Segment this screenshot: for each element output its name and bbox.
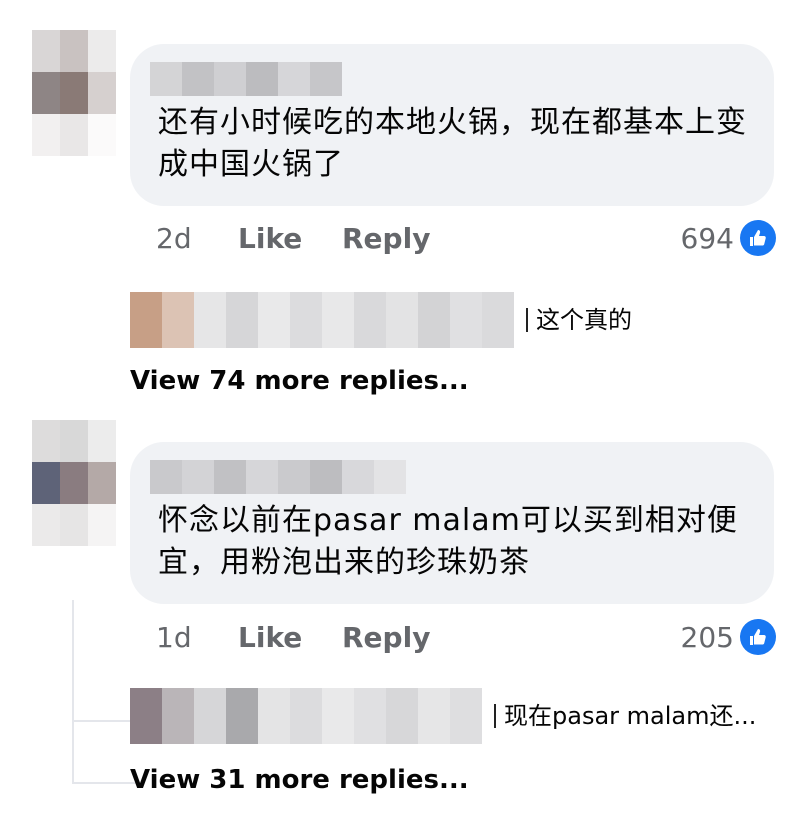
view-more-replies[interactable]: View 74 more replies... xyxy=(130,366,469,396)
thumbs-up-icon xyxy=(740,220,776,256)
reply-preview[interactable]: 这个真的 xyxy=(130,292,632,348)
reaction-count: 694 xyxy=(680,221,734,255)
view-more-replies[interactable]: View 31 more replies... xyxy=(130,765,469,795)
comment-actions: 2d Like Reply 694 xyxy=(156,218,776,258)
comment-actions: 1d Like Reply 205 xyxy=(156,617,776,657)
reaction-summary[interactable]: 694 xyxy=(681,218,776,258)
comment-bubble: 怀念以前在pasar malam可以买到相对便宜，用粉泡出来的珍珠奶茶 xyxy=(130,442,774,604)
author-name-redacted[interactable] xyxy=(150,62,342,96)
avatar[interactable] xyxy=(32,420,116,546)
like-button[interactable]: Like xyxy=(238,621,342,654)
like-button[interactable]: Like xyxy=(238,222,342,255)
comment-text: 还有小时候吃的本地火锅，现在都基本上变成中国火锅了 xyxy=(158,105,747,182)
avatar[interactable] xyxy=(32,30,116,156)
comment-timestamp[interactable]: 1d xyxy=(156,621,238,654)
comment-text: 怀念以前在pasar malam可以买到相对便宜，用粉泡出来的珍珠奶茶 xyxy=(158,503,738,580)
thumbs-up-icon xyxy=(740,619,776,655)
reply-button[interactable]: Reply xyxy=(342,222,430,255)
reaction-summary[interactable]: 205 xyxy=(681,617,776,657)
author-name-redacted[interactable] xyxy=(150,460,406,494)
reply-preview[interactable]: 现在pasar malam还... xyxy=(130,688,756,744)
reply-text: 这个真的 xyxy=(526,308,632,332)
reaction-count: 205 xyxy=(680,620,734,654)
reply-author-redacted xyxy=(130,292,514,348)
comment-bubble: 还有小时候吃的本地火锅，现在都基本上变成中国火锅了 xyxy=(130,44,774,206)
thread-connector xyxy=(72,700,136,784)
reply-author-redacted xyxy=(130,688,482,744)
reply-text: 现在pasar malam还... xyxy=(494,704,756,728)
comment-timestamp[interactable]: 2d xyxy=(156,222,238,255)
reply-button[interactable]: Reply xyxy=(342,621,430,654)
